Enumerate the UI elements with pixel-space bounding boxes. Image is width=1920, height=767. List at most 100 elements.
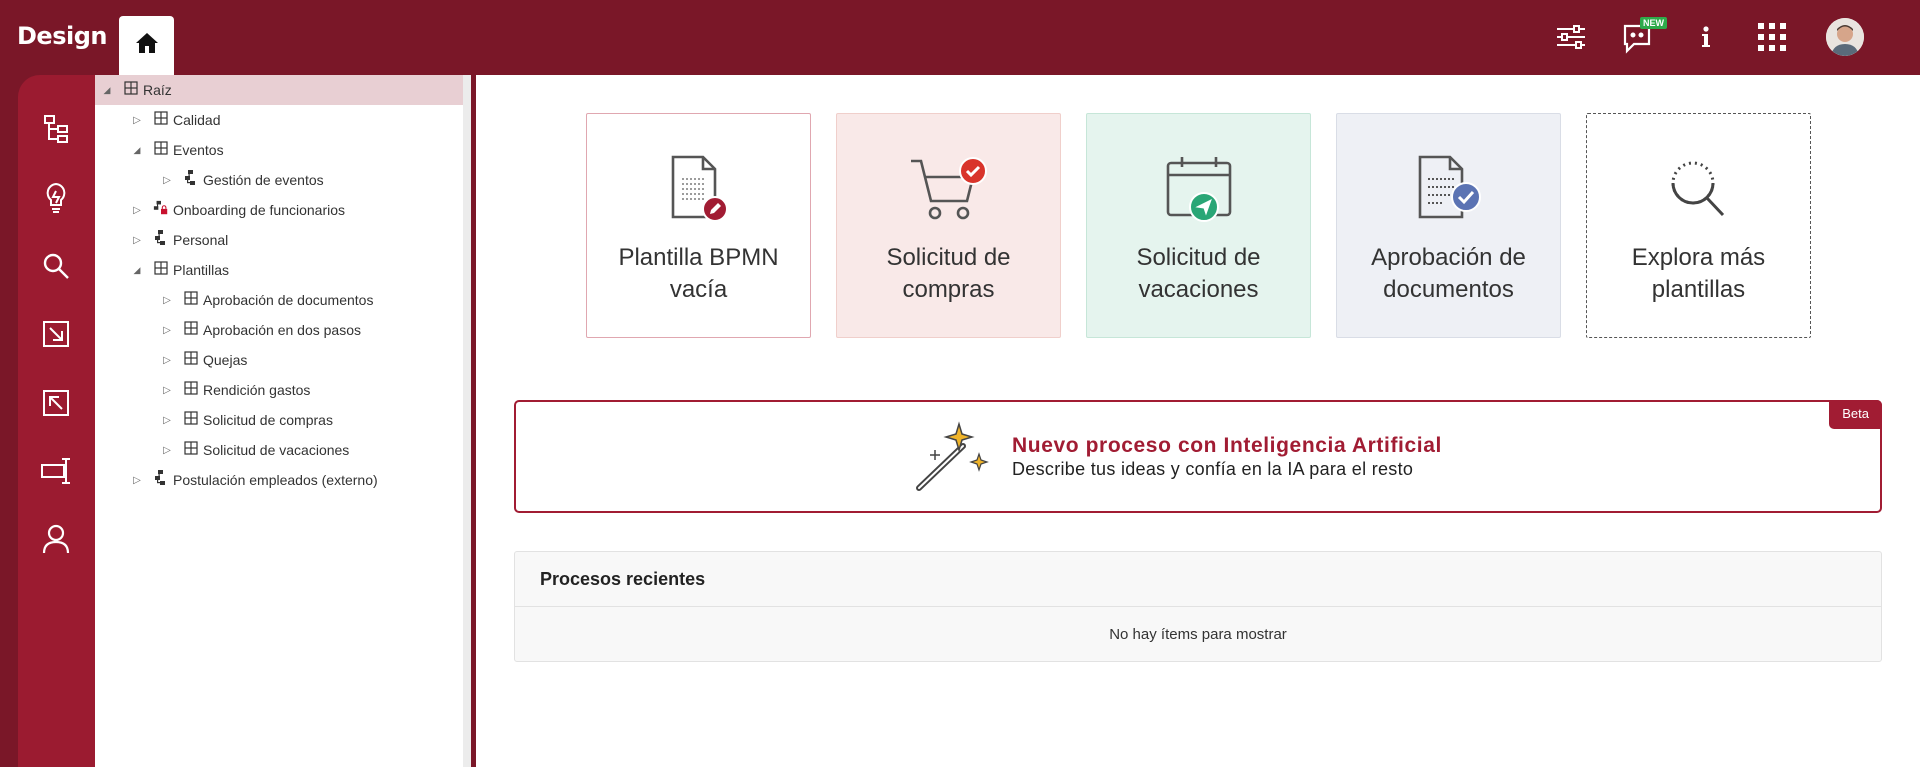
template-card-label: Explora más plantillas — [1632, 242, 1765, 306]
user-avatar[interactable] — [1826, 18, 1864, 56]
info-icon[interactable] — [1687, 18, 1725, 56]
tree-node-label: Onboarding de funcionarios — [173, 202, 346, 218]
expand-caret-icon[interactable]: ▷ — [131, 115, 143, 126]
expand-caret-icon[interactable]: ▷ — [131, 235, 143, 246]
expand-caret-icon[interactable]: ▷ — [161, 385, 173, 396]
tree-node-rendicion-gastos[interactable]: ▷ Rendición gastos — [95, 375, 463, 405]
beta-badge: Beta — [1829, 400, 1882, 429]
tree-node-label: Rendición gastos — [203, 382, 311, 398]
locked-process-icon — [153, 200, 169, 216]
expand-caret-icon[interactable]: ▷ — [161, 445, 173, 456]
tree-node-aprobacion-de-documentos[interactable]: ▷ Aprobación de documentos — [95, 285, 463, 315]
tree-node-label: Solicitud de vacaciones — [203, 442, 350, 458]
tree-node-label: Gestión de eventos — [203, 172, 324, 188]
collapse-caret-icon[interactable]: ◢ — [131, 265, 143, 276]
tree-node-solicitud-de-compras[interactable]: ▷ Solicitud de compras — [95, 405, 463, 435]
tree-node-gestion-de-eventos[interactable]: ▷ Gestión de eventos — [95, 165, 463, 195]
main-content: Plantilla BPMN vacía Solicitud de compras … — [476, 75, 1920, 767]
folder-icon — [183, 380, 199, 396]
tree-node-label: Solicitud de compras — [203, 412, 333, 428]
tree-node-calidad[interactable]: ▷ Calidad — [95, 105, 463, 135]
expand-caret-icon[interactable]: ▷ — [131, 475, 143, 486]
tree-node-label: Raíz — [143, 82, 172, 98]
tree-node-solicitud-de-vacaciones[interactable]: ▷ Solicitud de vacaciones — [95, 435, 463, 465]
ai-banner-title: Nuevo proceso con Inteligencia Artificia… — [1012, 434, 1442, 457]
folder-icon — [153, 260, 169, 276]
new-badge: NEW — [1640, 17, 1667, 29]
shopping-cart-icon — [909, 154, 989, 224]
folder-icon — [183, 290, 199, 306]
tree-node-label: Personal — [173, 232, 229, 248]
collapse-caret-icon[interactable]: ◢ — [101, 85, 113, 96]
tree-node-eventos[interactable]: ◢ Eventos — [95, 135, 463, 165]
home-tab[interactable] — [119, 16, 174, 75]
tree-node-plantillas[interactable]: ◢ Plantillas — [95, 255, 463, 285]
tree-node-label: Postulación empleados (externo) — [173, 472, 378, 488]
expand-caret-icon[interactable]: ▷ — [161, 295, 173, 306]
tree-node-quejas[interactable]: ▷ Quejas — [95, 345, 463, 375]
tree-node-raiz[interactable]: ◢ Raíz — [95, 75, 463, 105]
tree-node-label: Eventos — [173, 142, 224, 158]
ideas-bulb-icon[interactable] — [38, 180, 74, 216]
tree-node-label: Calidad — [173, 112, 221, 128]
tree-node-personal[interactable]: ▷ Personal — [95, 225, 463, 255]
template-card-explora-mas-plantillas[interactable]: Explora más plantillas — [1586, 113, 1811, 338]
folder-icon — [183, 320, 199, 336]
tree-node-label: Plantillas — [173, 262, 230, 278]
tree-node-postulacion-empleados-externo[interactable]: ▷ Postulación empleados (externo) — [95, 465, 463, 495]
ai-process-banner[interactable]: Beta Nuevo proceso con Inteligencia Arti… — [514, 400, 1882, 513]
filters-icon[interactable] — [1552, 18, 1590, 56]
expand-caret-icon[interactable]: ▷ — [161, 355, 173, 366]
folder-icon — [153, 110, 169, 126]
template-card-plantilla-bpmn-vacia[interactable]: Plantilla BPMN vacía — [586, 113, 811, 338]
document-check-icon — [1409, 154, 1489, 224]
home-icon — [135, 32, 159, 59]
collapse-caret-icon[interactable]: ◢ — [131, 145, 143, 156]
template-card-label: Solicitud de compras — [886, 242, 1010, 306]
folder-icon — [183, 440, 199, 456]
feedback-chat-icon[interactable]: NEW — [1620, 17, 1667, 56]
rail-edge — [0, 75, 18, 767]
expand-caret-icon[interactable]: ▷ — [161, 325, 173, 336]
template-card-label-line2: plantillas — [1651, 276, 1746, 303]
template-card-label-line2: compras — [902, 276, 995, 303]
user-icon[interactable] — [38, 521, 74, 557]
tree-node-aprobacion-en-dos-pasos[interactable]: ▷ Aprobación en dos pasos — [95, 315, 463, 345]
template-card-solicitud-de-compras[interactable]: Solicitud de compras — [836, 113, 1061, 338]
template-card-label-line1: Plantilla BPMN — [618, 244, 779, 271]
folder-icon — [153, 140, 169, 156]
template-card-label-line1: Solicitud de — [1136, 244, 1261, 271]
process-tree: ◢ Raíz ▷ Calidad ◢ Eventos ▷ Gestión de eventos… — [95, 75, 463, 767]
template-card-solicitud-de-vacaciones[interactable]: Solicitud de vacaciones — [1086, 113, 1311, 338]
template-card-label-line1: Aprobación de — [1371, 244, 1526, 271]
recent-processes-panel: Procesos recientes No hay ítems para mos… — [514, 551, 1882, 662]
template-card-label: Aprobación de documentos — [1371, 242, 1526, 306]
tree-scrollbar[interactable] — [463, 75, 471, 767]
deploy-icon[interactable] — [38, 453, 74, 489]
template-card-aprobacion-de-documentos[interactable]: Aprobación de documentos — [1336, 113, 1561, 338]
expand-caret-icon[interactable]: ▷ — [161, 175, 173, 186]
magic-wand-icon — [911, 420, 991, 496]
folder-icon — [123, 80, 139, 96]
search-icon[interactable] — [38, 248, 74, 284]
template-card-label: Solicitud de vacaciones — [1136, 242, 1260, 306]
template-card-label: Plantilla BPMN vacía — [618, 242, 778, 306]
recent-processes-title: Procesos recientes — [515, 552, 1881, 607]
calendar-send-icon — [1159, 154, 1239, 224]
tree-node-onboarding-de-funcionarios[interactable]: ▷ Onboarding de funcionarios — [95, 195, 463, 225]
ai-banner-subtitle: Describe tus ideas y confía en la IA par… — [1012, 459, 1414, 479]
sidebar — [18, 75, 95, 767]
tree-node-label: Aprobación en dos pasos — [203, 322, 361, 338]
process-icon — [153, 230, 169, 246]
import-icon[interactable] — [38, 316, 74, 352]
template-card-label-line2: vacaciones — [1138, 276, 1259, 303]
blank-bpmn-icon — [659, 154, 739, 224]
apps-grid-icon[interactable] — [1753, 18, 1791, 56]
export-icon[interactable] — [38, 385, 74, 421]
app-brand: Design — [17, 22, 107, 50]
explore-search-icon — [1659, 154, 1739, 224]
tree-node-label: Quejas — [203, 352, 248, 368]
process-tree-icon[interactable] — [38, 111, 74, 147]
expand-caret-icon[interactable]: ▷ — [161, 415, 173, 426]
expand-caret-icon[interactable]: ▷ — [131, 205, 143, 216]
